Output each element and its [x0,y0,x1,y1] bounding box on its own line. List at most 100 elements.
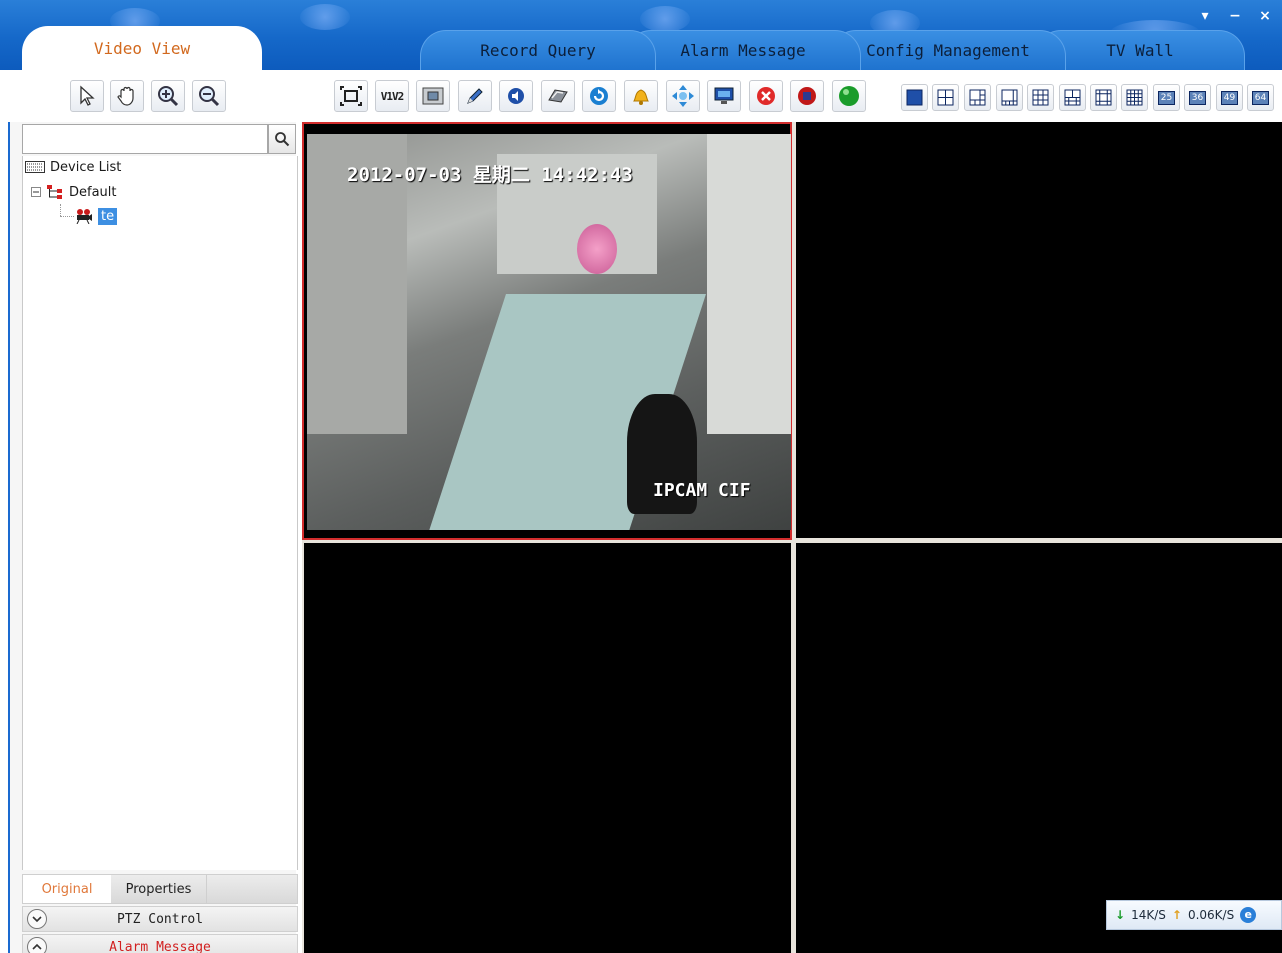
tab-label: Alarm Message [680,41,806,60]
collapse-icon[interactable] [31,187,41,197]
tree-connector [60,216,74,217]
device-tree: Device List Default te [22,156,298,870]
layout-16-button[interactable] [1121,84,1148,111]
layout-36-button[interactable]: 36 [1184,84,1211,111]
title-bar: TV Wall Config Management Alarm Message … [0,0,1282,70]
tree-group-default[interactable]: Default [31,182,117,202]
record-button[interactable] [541,80,575,112]
layout-2x2-icon [937,89,954,106]
browser-icon[interactable]: e [1240,907,1257,923]
section-title: PTZ Control [116,911,204,927]
layout-6-button[interactable] [964,84,991,111]
snapshot-icon [422,87,444,105]
refresh-button[interactable] [582,80,616,112]
window-controls: ▾ − × [1192,6,1278,26]
layout-49-button[interactable]: 49 [1216,84,1243,111]
layout-25-button[interactable]: 25 [1153,84,1180,111]
layout-1-button[interactable] [901,84,928,111]
minimize-button[interactable]: − [1222,6,1248,26]
video-pane-2[interactable] [796,122,1282,538]
layout-4-button[interactable] [932,84,959,111]
video-pane-4[interactable] [796,543,1282,953]
device-search [22,124,268,154]
video-pane-3[interactable] [304,543,791,953]
zoom-out-button[interactable] [192,80,226,112]
tab-record-query[interactable]: Record Query [420,30,656,70]
ptz-control-section[interactable]: PTZ Control [22,906,298,932]
camera-label: IPCAM CIF [653,480,751,501]
fullscreen-icon [340,86,362,106]
tab-properties[interactable]: Properties [111,875,207,903]
tab-alarm-message[interactable]: Alarm Message [625,30,861,70]
tree-device-te[interactable]: te [75,206,118,226]
network-status: ↓ 14K/S ↑ 0.06K/S e [1106,900,1282,930]
layout-64-button[interactable]: 64 [1247,84,1274,111]
download-arrow-icon: ↓ [1115,908,1126,922]
tab-video-view[interactable]: Video View [22,26,262,70]
tree-root-device-list[interactable]: Device List [25,157,121,177]
layout-1x1-icon [906,89,923,106]
collapse-icon[interactable] [27,937,47,953]
monitor-button[interactable] [707,80,741,112]
tab-label: TV Wall [1106,41,1174,60]
device-search-button[interactable] [268,124,296,154]
tab-original[interactable]: Original [23,875,111,903]
camera-device-icon [76,209,92,224]
zoom-out-icon [199,86,220,107]
layout-10-icon [1064,89,1081,106]
layout-64-icon: 64 [1251,90,1270,105]
layout-8-icon [1001,89,1018,106]
main-tabs: TV Wall Config Management Alarm Message … [22,26,1245,70]
expand-icon[interactable] [27,909,47,929]
video-pane-1[interactable]: 2012-07-03 星期二 14:42:43 IPCAM CIF [302,122,792,540]
alarm-message-section[interactable]: Alarm Message [22,934,298,953]
tab-config-management[interactable]: Config Management [830,30,1066,70]
pen-icon [467,88,483,104]
layout-8-button[interactable] [996,84,1023,111]
ptz-direction-button[interactable] [666,80,700,112]
scene-flowers [577,224,617,274]
pan-hand-icon [117,86,134,106]
stop-icon [757,87,775,105]
alarm-bell-button[interactable] [624,80,658,112]
device-list-icon [25,161,45,173]
camera-feed-image: 2012-07-03 星期二 14:42:43 IPCAM CIF [307,134,791,530]
section-title: Alarm Message [109,939,211,953]
window-menu-button[interactable]: ▾ [1192,6,1218,26]
fullscreen-button[interactable] [334,80,368,112]
layout-10-button[interactable] [1059,84,1086,111]
alarm-bell-icon [633,89,649,105]
ptz-direction-icon [672,85,694,107]
layout-36-icon: 36 [1188,90,1207,105]
zoom-in-button[interactable] [151,80,185,112]
layout-13-button[interactable] [1090,84,1117,111]
upload-arrow-icon: ↑ [1171,908,1182,922]
layout-9-button[interactable] [1027,84,1054,111]
download-rate: 14K/S [1131,908,1166,922]
layout-13-icon [1095,89,1112,106]
v1v2-button[interactable]: V1V2 [375,80,409,112]
v1v2-icon: V1V2 [380,89,404,103]
close-button[interactable]: × [1252,6,1278,26]
audio-button[interactable] [499,80,533,112]
upload-rate: 0.06K/S [1187,908,1235,922]
audio-icon [508,88,524,104]
snapshot-button[interactable] [416,80,450,112]
stop-button[interactable] [749,80,783,112]
device-search-input[interactable] [23,125,267,153]
pen-button[interactable] [458,80,492,112]
tree-connector [60,204,61,216]
select-tool-button[interactable] [70,80,104,112]
tree-label: Default [69,184,117,200]
stop-record-button[interactable] [790,80,824,112]
refresh-icon [590,87,608,105]
layout-6-icon [969,89,986,106]
pan-tool-button[interactable] [110,80,144,112]
tab-label: Record Query [480,41,596,60]
search-icon [275,132,290,147]
stop-record-icon [798,87,816,105]
layout-3x3-icon [1032,89,1049,106]
tab-tv-wall[interactable]: TV Wall [1035,30,1245,70]
connect-button[interactable] [832,80,866,112]
scene-pillar [707,134,791,434]
